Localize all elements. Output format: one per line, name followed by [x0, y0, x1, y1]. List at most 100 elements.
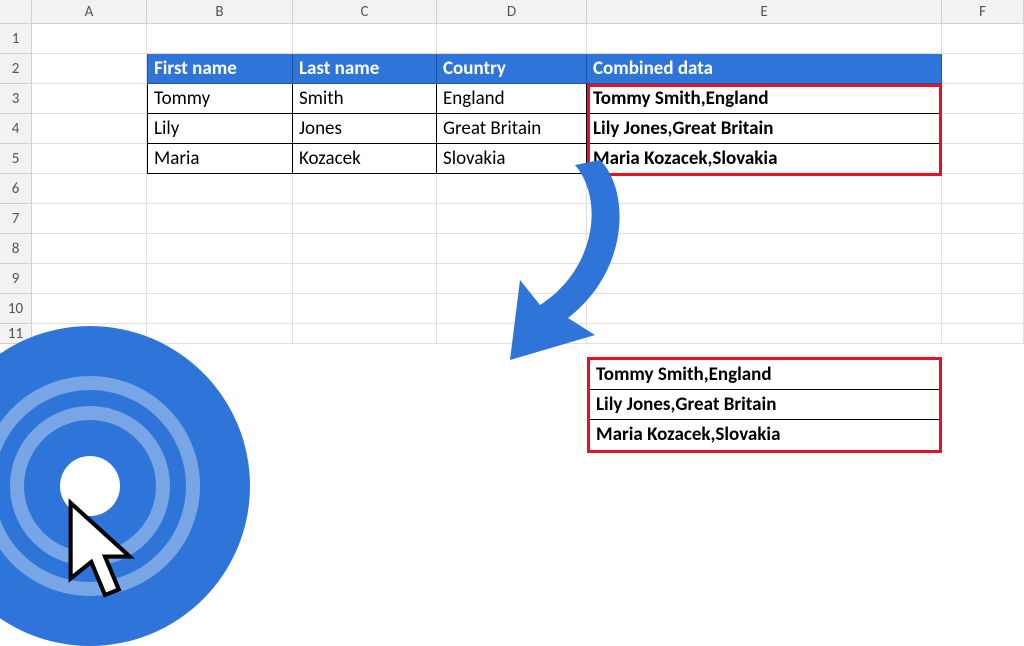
cell-A7[interactable]	[32, 204, 147, 234]
cell-B11[interactable]	[147, 324, 293, 344]
col-header-F[interactable]: F	[942, 0, 1024, 23]
col-header-B[interactable]: B	[147, 0, 293, 23]
cursor-icon	[60, 496, 150, 606]
row-2: 2 First name Last name Country Combined …	[0, 54, 1024, 84]
cell-F2[interactable]	[942, 54, 1024, 84]
copy-row-2: Maria Kozacek,Slovakia	[590, 420, 939, 450]
cell-F1[interactable]	[942, 24, 1024, 54]
cell-A10[interactable]	[32, 294, 147, 324]
row-5: 5 Maria Kozacek Slovakia Maria Kozacek,S…	[0, 144, 1024, 174]
row-3: 3 Tommy Smith England Tommy Smith,Englan…	[0, 84, 1024, 114]
spreadsheet-grid[interactable]: A B C D E F 1 2 First name Last name Cou…	[0, 0, 1024, 576]
cell-F8[interactable]	[942, 234, 1024, 264]
cell-E11[interactable]	[587, 324, 942, 344]
row-9: 9	[0, 264, 1024, 294]
cell-D6[interactable]	[437, 174, 587, 204]
cell-F10[interactable]	[942, 294, 1024, 324]
col-header-E[interactable]: E	[587, 0, 942, 23]
row-header-6[interactable]: 6	[0, 174, 32, 204]
header-first-name[interactable]: First name	[147, 54, 293, 84]
brand-logo	[0, 326, 250, 646]
row-10: 10	[0, 294, 1024, 324]
row-header-4[interactable]: 4	[0, 114, 32, 144]
row-header-2[interactable]: 2	[0, 54, 32, 84]
cell-B6[interactable]	[147, 174, 293, 204]
cell-B8[interactable]	[147, 234, 293, 264]
cell-D11[interactable]	[437, 324, 587, 344]
cell-E8[interactable]	[587, 234, 942, 264]
cell-combined-0[interactable]: Tommy Smith,England	[587, 84, 942, 114]
cell-A9[interactable]	[32, 264, 147, 294]
cell-A5[interactable]	[32, 144, 147, 174]
cell-B10[interactable]	[147, 294, 293, 324]
cell-C11[interactable]	[293, 324, 437, 344]
cell-E6[interactable]	[587, 174, 942, 204]
row-header-3[interactable]: 3	[0, 84, 32, 114]
cell-C10[interactable]	[293, 294, 437, 324]
cell-A3[interactable]	[32, 84, 147, 114]
cell-D8[interactable]	[437, 234, 587, 264]
row-6: 6	[0, 174, 1024, 204]
row-header-8[interactable]: 8	[0, 234, 32, 264]
cell-first-1[interactable]: Lily	[147, 114, 293, 144]
cell-B9[interactable]	[147, 264, 293, 294]
cell-C7[interactable]	[293, 204, 437, 234]
rows-area: 1 2 First name Last name Country Combine…	[0, 24, 1024, 344]
cell-E7[interactable]	[587, 204, 942, 234]
header-last-name[interactable]: Last name	[293, 54, 437, 84]
cell-F7[interactable]	[942, 204, 1024, 234]
cell-F11[interactable]	[942, 324, 1024, 344]
cell-D10[interactable]	[437, 294, 587, 324]
row-header-10[interactable]: 10	[0, 294, 32, 324]
cell-country-2[interactable]: Slovakia	[437, 144, 587, 174]
select-all-corner[interactable]	[0, 0, 32, 23]
cell-last-2[interactable]: Kozacek	[293, 144, 437, 174]
header-combined[interactable]: Combined data	[587, 54, 942, 84]
col-header-A[interactable]: A	[32, 0, 147, 23]
cell-B1[interactable]	[147, 24, 293, 54]
cell-D1[interactable]	[437, 24, 587, 54]
cell-A2[interactable]	[32, 54, 147, 84]
row-header-5[interactable]: 5	[0, 144, 32, 174]
cell-E1[interactable]	[587, 24, 942, 54]
row-7: 7	[0, 204, 1024, 234]
cell-F5[interactable]	[942, 144, 1024, 174]
copy-row-0: Tommy Smith,England	[590, 360, 939, 390]
header-country[interactable]: Country	[437, 54, 587, 84]
column-header-row: A B C D E F	[0, 0, 1024, 24]
cell-C9[interactable]	[293, 264, 437, 294]
copy-row-1: Lily Jones,Great Britain	[590, 390, 939, 420]
cell-first-2[interactable]: Maria	[147, 144, 293, 174]
cell-A6[interactable]	[32, 174, 147, 204]
cell-B7[interactable]	[147, 204, 293, 234]
row-1: 1	[0, 24, 1024, 54]
cell-F3[interactable]	[942, 84, 1024, 114]
row-header-1[interactable]: 1	[0, 24, 32, 54]
cell-A1[interactable]	[32, 24, 147, 54]
cell-country-1[interactable]: Great Britain	[437, 114, 587, 144]
cell-last-1[interactable]: Jones	[293, 114, 437, 144]
cell-C8[interactable]	[293, 234, 437, 264]
cell-D7[interactable]	[437, 204, 587, 234]
cell-country-0[interactable]: England	[437, 84, 587, 114]
cell-C1[interactable]	[293, 24, 437, 54]
cell-D9[interactable]	[437, 264, 587, 294]
highlight-combined-copy: Tommy Smith,England Lily Jones,Great Bri…	[587, 357, 942, 453]
row-8: 8	[0, 234, 1024, 264]
col-header-D[interactable]: D	[437, 0, 587, 23]
cell-first-0[interactable]: Tommy	[147, 84, 293, 114]
cell-last-0[interactable]: Smith	[293, 84, 437, 114]
cell-E9[interactable]	[587, 264, 942, 294]
row-header-7[interactable]: 7	[0, 204, 32, 234]
row-header-9[interactable]: 9	[0, 264, 32, 294]
cell-F9[interactable]	[942, 264, 1024, 294]
cell-combined-1[interactable]: Lily Jones,Great Britain	[587, 114, 942, 144]
cell-combined-2[interactable]: Maria Kozacek,Slovakia	[587, 144, 942, 174]
cell-F4[interactable]	[942, 114, 1024, 144]
cell-C6[interactable]	[293, 174, 437, 204]
cell-A4[interactable]	[32, 114, 147, 144]
cell-A8[interactable]	[32, 234, 147, 264]
cell-F6[interactable]	[942, 174, 1024, 204]
col-header-C[interactable]: C	[293, 0, 437, 23]
cell-E10[interactable]	[587, 294, 942, 324]
